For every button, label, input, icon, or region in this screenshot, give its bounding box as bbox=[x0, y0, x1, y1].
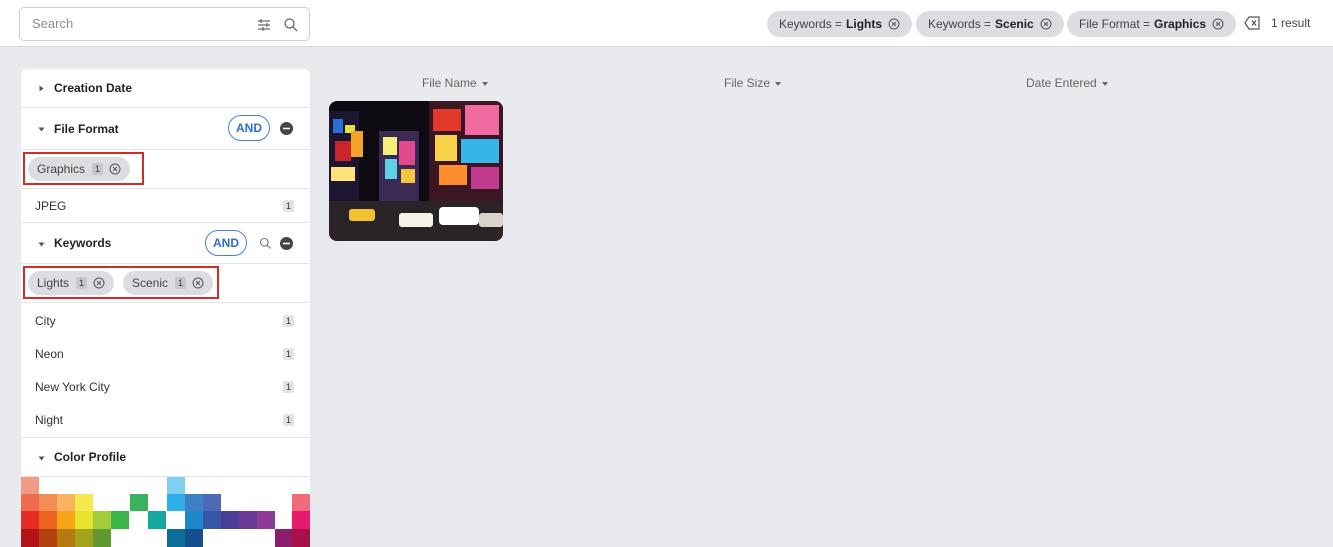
column-header-file-size[interactable]: File Size bbox=[724, 76, 782, 90]
result-count: 1 result bbox=[1271, 16, 1311, 30]
sort-caret-icon bbox=[775, 81, 782, 86]
column-label: File Size bbox=[724, 76, 771, 90]
section-title: Color Profile bbox=[54, 450, 127, 464]
filter-value: Scenic bbox=[995, 17, 1034, 31]
sliders-icon[interactable] bbox=[256, 17, 272, 33]
highlight-box bbox=[23, 152, 144, 185]
filter-prefix: Keywords = bbox=[928, 17, 992, 31]
section-title: File Format bbox=[54, 121, 119, 136]
and-operator-button[interactable]: AND bbox=[205, 230, 247, 256]
facet-label: New York City bbox=[35, 379, 110, 394]
facet-label: City bbox=[35, 313, 56, 328]
file-format-selected-row: Graphics 1 bbox=[21, 150, 310, 189]
column-header-file-name[interactable]: File Name bbox=[422, 76, 488, 90]
file-format-header[interactable]: File Format AND bbox=[21, 108, 310, 150]
column-label: File Name bbox=[422, 76, 477, 90]
remove-filter-icon[interactable] bbox=[1040, 18, 1052, 30]
color-profile-header[interactable]: Color Profile bbox=[21, 437, 310, 477]
facet-count: 1 bbox=[283, 380, 295, 393]
section-title: Keywords bbox=[54, 236, 112, 250]
section-title: Creation Date bbox=[54, 81, 133, 95]
sort-caret-icon bbox=[481, 81, 488, 86]
keywords-header[interactable]: Keywords AND bbox=[21, 222, 310, 264]
facet-item[interactable]: New York City 1 bbox=[21, 370, 310, 403]
chevron-down-icon bbox=[38, 456, 45, 461]
chevron-right-icon bbox=[39, 85, 44, 92]
facet-count: 1 bbox=[283, 199, 295, 212]
column-header-date-entered[interactable]: Date Entered bbox=[1026, 76, 1108, 90]
keywords-selected-row: Lights 1 Scenic 1 bbox=[21, 264, 310, 303]
facet-count: 1 bbox=[283, 314, 295, 327]
filter-prefix: File Format = bbox=[1079, 17, 1151, 31]
active-filter-chip[interactable]: File Format = Graphics bbox=[1067, 11, 1237, 37]
and-operator-button[interactable]: AND bbox=[228, 115, 270, 141]
search-icon[interactable] bbox=[283, 17, 299, 33]
facet-label: Night bbox=[35, 412, 64, 427]
highlight-box bbox=[23, 266, 219, 299]
search-input[interactable] bbox=[32, 16, 242, 31]
facet-label: JPEG bbox=[35, 198, 67, 213]
facet-item[interactable]: Night 1 bbox=[21, 403, 310, 436]
remove-filter-icon[interactable] bbox=[888, 18, 900, 30]
search-icon[interactable] bbox=[259, 237, 272, 250]
facet-item[interactable]: Neon 1 bbox=[21, 337, 310, 370]
facet-count: 1 bbox=[283, 347, 295, 360]
filter-value: Lights bbox=[846, 17, 883, 31]
color-palette[interactable] bbox=[21, 477, 310, 547]
search-box[interactable] bbox=[19, 7, 310, 41]
clear-filters-icon[interactable] bbox=[1244, 16, 1261, 30]
remove-filter-icon[interactable] bbox=[1212, 18, 1224, 30]
active-filter-chip[interactable]: Keywords = Lights bbox=[767, 11, 913, 37]
chevron-down-icon bbox=[38, 127, 45, 132]
facet-item[interactable]: City 1 bbox=[21, 304, 310, 337]
facet-item[interactable]: JPEG 1 bbox=[21, 189, 310, 222]
filter-value: Graphics bbox=[1154, 17, 1207, 31]
remove-section-icon[interactable] bbox=[280, 237, 293, 250]
top-bar: Keywords = Lights Keywords = Scenic File… bbox=[0, 0, 1333, 47]
creation-date-header[interactable]: Creation Date bbox=[21, 69, 310, 108]
filter-prefix: Keywords = bbox=[779, 17, 843, 31]
active-filter-chip[interactable]: Keywords = Scenic bbox=[916, 11, 1064, 37]
remove-section-icon[interactable] bbox=[280, 122, 293, 135]
chevron-down-icon bbox=[38, 242, 45, 247]
result-thumbnail[interactable] bbox=[329, 101, 503, 241]
sort-caret-icon bbox=[1101, 81, 1108, 86]
facet-count: 1 bbox=[283, 413, 295, 426]
facet-label: Neon bbox=[35, 346, 64, 361]
column-label: Date Entered bbox=[1026, 76, 1097, 90]
facet-sidebar: Creation Date File Format AND Graphics 1… bbox=[21, 69, 310, 547]
